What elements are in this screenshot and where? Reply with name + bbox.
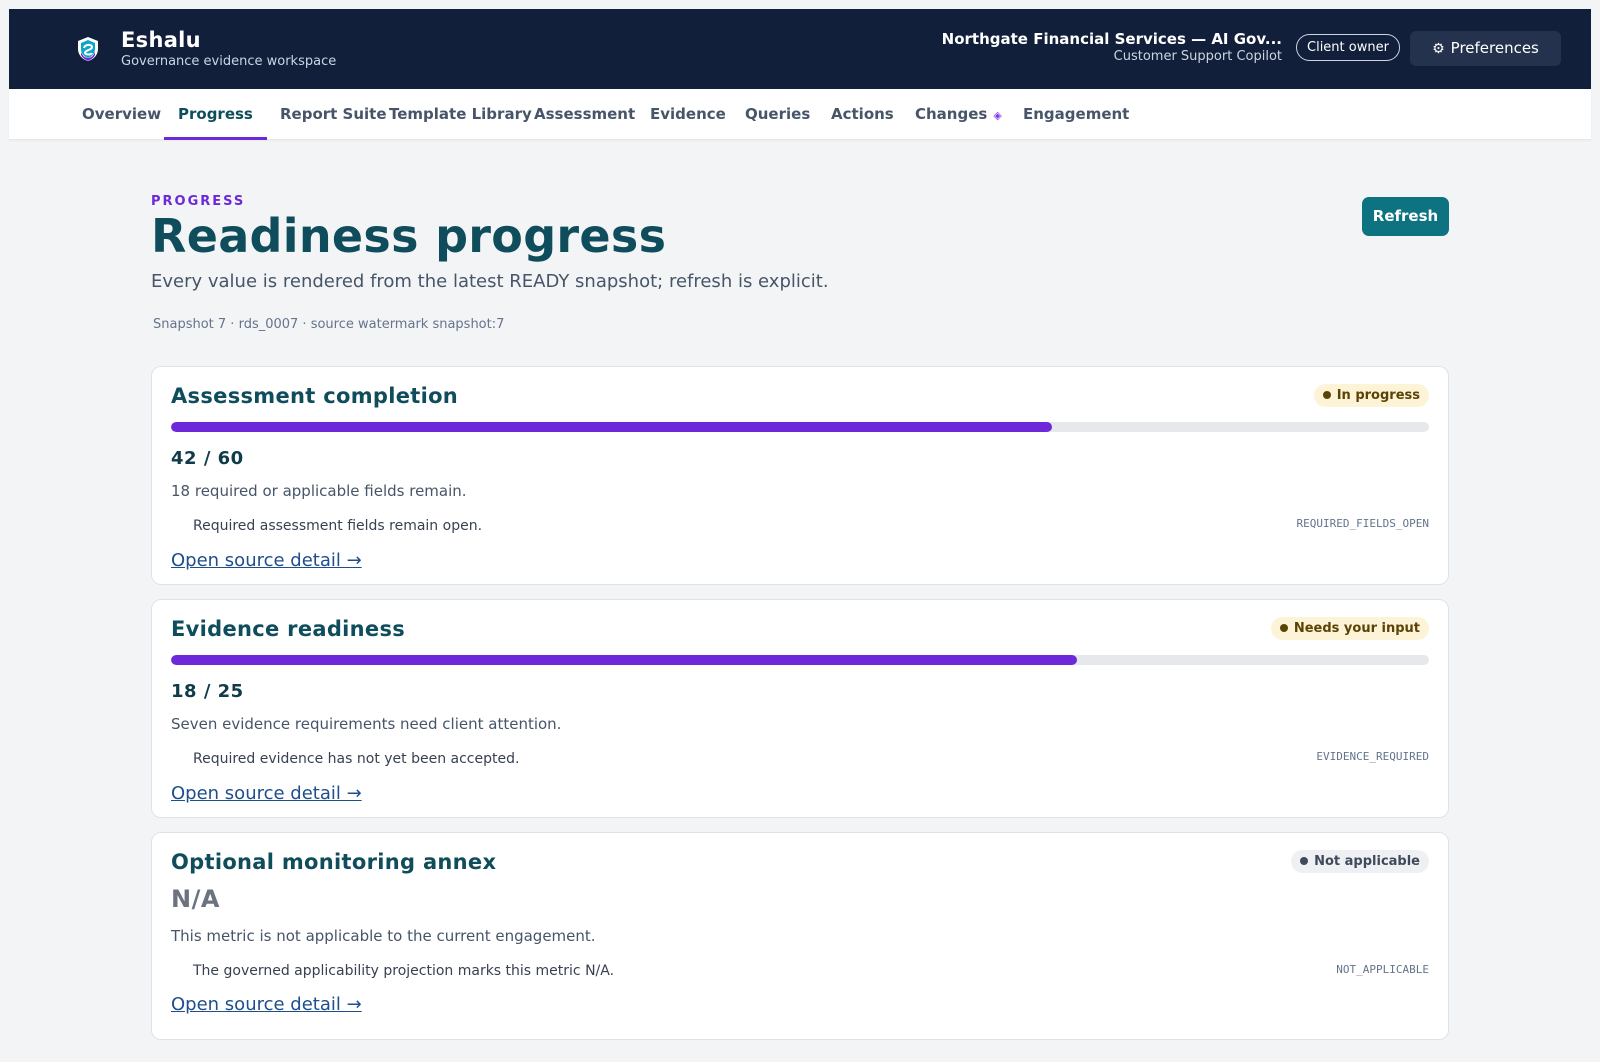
tab-assessment[interactable]: Assessment bbox=[520, 89, 649, 140]
changes-indicator-icon: ◈ bbox=[993, 109, 1002, 122]
status-label: Not applicable bbox=[1314, 854, 1420, 869]
metric-title: Optional monitoring annex bbox=[171, 850, 497, 874]
client-name: Northgate Financial Services — AI Gov... bbox=[941, 30, 1282, 48]
role-badge: Client owner bbox=[1296, 34, 1400, 61]
progress-bar bbox=[171, 655, 1429, 665]
preferences-label: Preferences bbox=[1450, 39, 1539, 57]
metric-value: 42 / 60 bbox=[171, 448, 244, 469]
reason-code: REQUIRED_FIELDS_OPEN bbox=[1296, 517, 1429, 530]
tab-changes[interactable]: Changes ◈ bbox=[901, 89, 1016, 140]
reason-text: Required assessment fields remain open. bbox=[193, 518, 483, 534]
metric-summary: This metric is not applicable to the cur… bbox=[171, 927, 596, 945]
open-source-detail-link[interactable]: Open source detail → bbox=[171, 994, 362, 1015]
metric-summary: Seven evidence requirements need client … bbox=[171, 715, 562, 733]
status-dot-icon bbox=[1322, 391, 1331, 399]
status-dot-icon bbox=[1279, 624, 1288, 632]
status-badge: Needs your input bbox=[1270, 617, 1429, 640]
metric-card-monitoring-annex: Optional monitoring annex Not applicable… bbox=[151, 832, 1449, 1040]
metric-card-assessment: Assessment completion In progress 42 / 6… bbox=[151, 366, 1449, 585]
status-badge: Not applicable bbox=[1291, 850, 1429, 873]
tab-engagement[interactable]: Engagement bbox=[1009, 89, 1143, 140]
open-source-detail-link[interactable]: Open source detail → bbox=[171, 550, 362, 571]
primary-nav: Overview Progress Report Suite Template … bbox=[9, 89, 1591, 140]
metric-summary: 18 required or applicable fields remain. bbox=[171, 482, 467, 500]
tab-overview[interactable]: Overview bbox=[68, 89, 175, 140]
tab-evidence[interactable]: Evidence bbox=[636, 89, 740, 140]
progress-bar-fill bbox=[171, 655, 1077, 665]
tab-actions[interactable]: Actions bbox=[817, 89, 908, 140]
gear-icon: ⚙ bbox=[1432, 41, 1445, 57]
tab-changes-label: Changes bbox=[915, 105, 988, 123]
metric-title: Assessment completion bbox=[171, 384, 459, 408]
tab-queries[interactable]: Queries bbox=[731, 89, 824, 140]
status-dot-icon bbox=[1300, 857, 1309, 865]
metric-value: N/A bbox=[171, 885, 220, 913]
metric-card-evidence: Evidence readiness Needs your input 18 /… bbox=[151, 599, 1449, 818]
tab-progress[interactable]: Progress bbox=[164, 89, 267, 140]
progress-bar-fill bbox=[171, 422, 1052, 432]
brand-name: Eshalu bbox=[121, 28, 201, 52]
app-frame: Eshalu Governance evidence workspace Nor… bbox=[9, 9, 1591, 1062]
reason-text: Required evidence has not yet been accep… bbox=[193, 751, 520, 767]
status-label: In progress bbox=[1336, 388, 1420, 403]
page-eyebrow: PROGRESS bbox=[151, 194, 246, 209]
refresh-button[interactable]: Refresh bbox=[1362, 197, 1449, 236]
progress-bar bbox=[171, 422, 1429, 432]
status-badge: In progress bbox=[1313, 384, 1429, 407]
tab-actions-label: Actions bbox=[831, 105, 894, 123]
client-context: Northgate Financial Services — AI Gov...… bbox=[942, 30, 1282, 64]
status-label: Needs your input bbox=[1293, 621, 1420, 636]
preferences-button[interactable]: ⚙ Preferences bbox=[1410, 31, 1561, 66]
page-description: Every value is rendered from the latest … bbox=[151, 271, 829, 292]
reason-code: NOT_APPLICABLE bbox=[1336, 963, 1429, 976]
client-product: Customer Support Copilot bbox=[1113, 49, 1282, 64]
metric-title: Evidence readiness bbox=[171, 617, 406, 641]
metric-value: 18 / 25 bbox=[171, 681, 244, 702]
top-bar: Eshalu Governance evidence workspace Nor… bbox=[9, 9, 1591, 89]
reason-text: The governed applicability projection ma… bbox=[193, 963, 615, 979]
snapshot-meta: Snapshot 7 · rds_0007 · source watermark… bbox=[153, 317, 505, 332]
page-title: Readiness progress bbox=[151, 209, 667, 263]
open-source-detail-link[interactable]: Open source detail → bbox=[171, 783, 362, 804]
shield-logo-icon bbox=[78, 37, 98, 61]
reason-code: EVIDENCE_REQUIRED bbox=[1316, 750, 1429, 763]
brand-subtitle: Governance evidence workspace bbox=[121, 54, 337, 69]
